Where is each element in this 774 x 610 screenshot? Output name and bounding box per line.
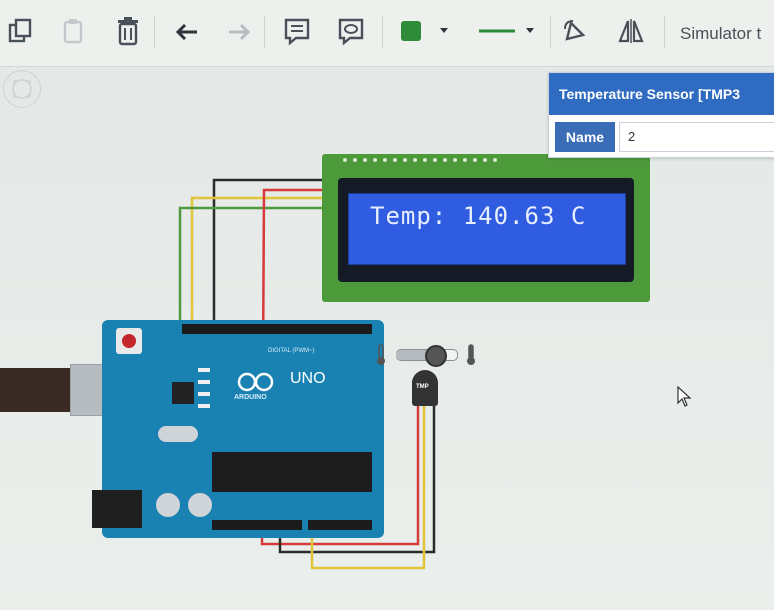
arduino-components <box>116 324 372 530</box>
name-input[interactable]: 2 <box>619 122 774 152</box>
mouse-cursor-icon <box>676 386 692 408</box>
lcd-pin-header <box>343 158 497 162</box>
lcd-display[interactable]: Temp: 140.63 C <box>322 154 650 302</box>
thermometer-cold-icon <box>376 344 386 366</box>
wire-green <box>178 206 322 330</box>
sensor-label: TMP <box>416 384 429 390</box>
arduino-brand-label: ARDUINO <box>234 394 267 401</box>
wire-yellow <box>190 196 322 330</box>
temperature-slider-thumb[interactable] <box>424 345 447 367</box>
thermometer-hot-icon <box>466 344 476 366</box>
inspector-panel: Temperature Sensor [TMP3 Name 2 <box>548 72 774 158</box>
name-label: Name <box>555 122 615 152</box>
power-jack <box>92 490 142 528</box>
usb-cable <box>0 368 70 412</box>
arduino-uno-board[interactable]: DIGITAL (PWM~) UNO ARDUINO <box>102 320 384 538</box>
digital-pins-label: DIGITAL (PWM~) <box>268 348 315 354</box>
inspector-title: Temperature Sensor [TMP3 <box>549 73 774 115</box>
uno-model-label: UNO <box>290 370 326 387</box>
lcd-text: Temp: 140.63 C <box>370 202 587 230</box>
wire-black <box>212 178 322 330</box>
